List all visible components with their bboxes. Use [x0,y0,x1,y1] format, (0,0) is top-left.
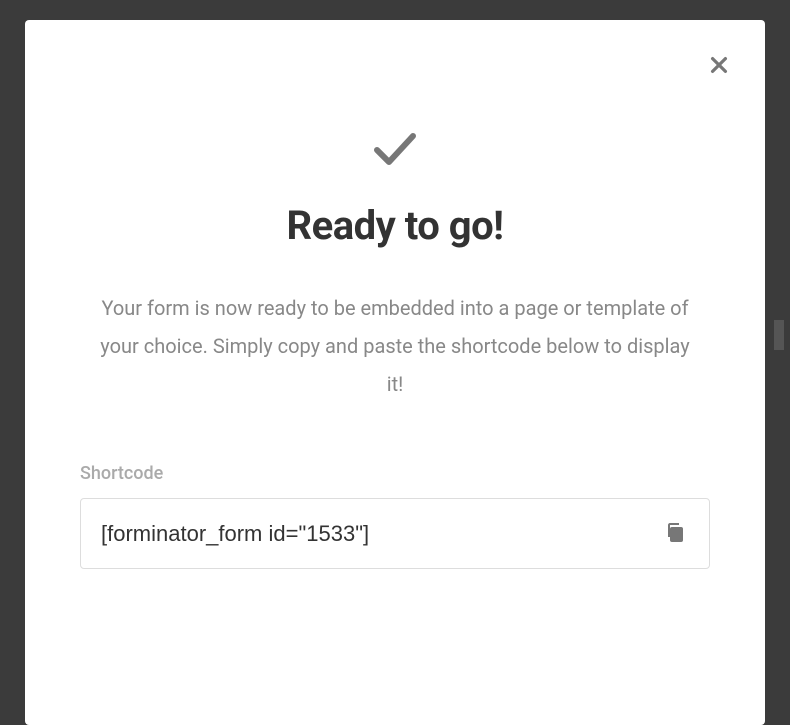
check-icon [371,130,419,172]
background-fragment [774,320,784,350]
ready-modal: Ready to go! Your form is now ready to b… [25,20,765,725]
modal-description: Your form is now ready to be embedded in… [100,289,690,403]
modal-content: Ready to go! Your form is now ready to b… [80,60,710,569]
shortcode-section: Shortcode [80,463,710,569]
close-icon [708,54,730,79]
shortcode-label: Shortcode [80,463,710,484]
modal-title: Ready to go! [286,202,503,249]
shortcode-input[interactable] [101,521,661,547]
close-button[interactable] [703,50,735,82]
copy-button[interactable] [661,517,689,550]
copy-icon [665,521,685,546]
shortcode-box [80,498,710,569]
